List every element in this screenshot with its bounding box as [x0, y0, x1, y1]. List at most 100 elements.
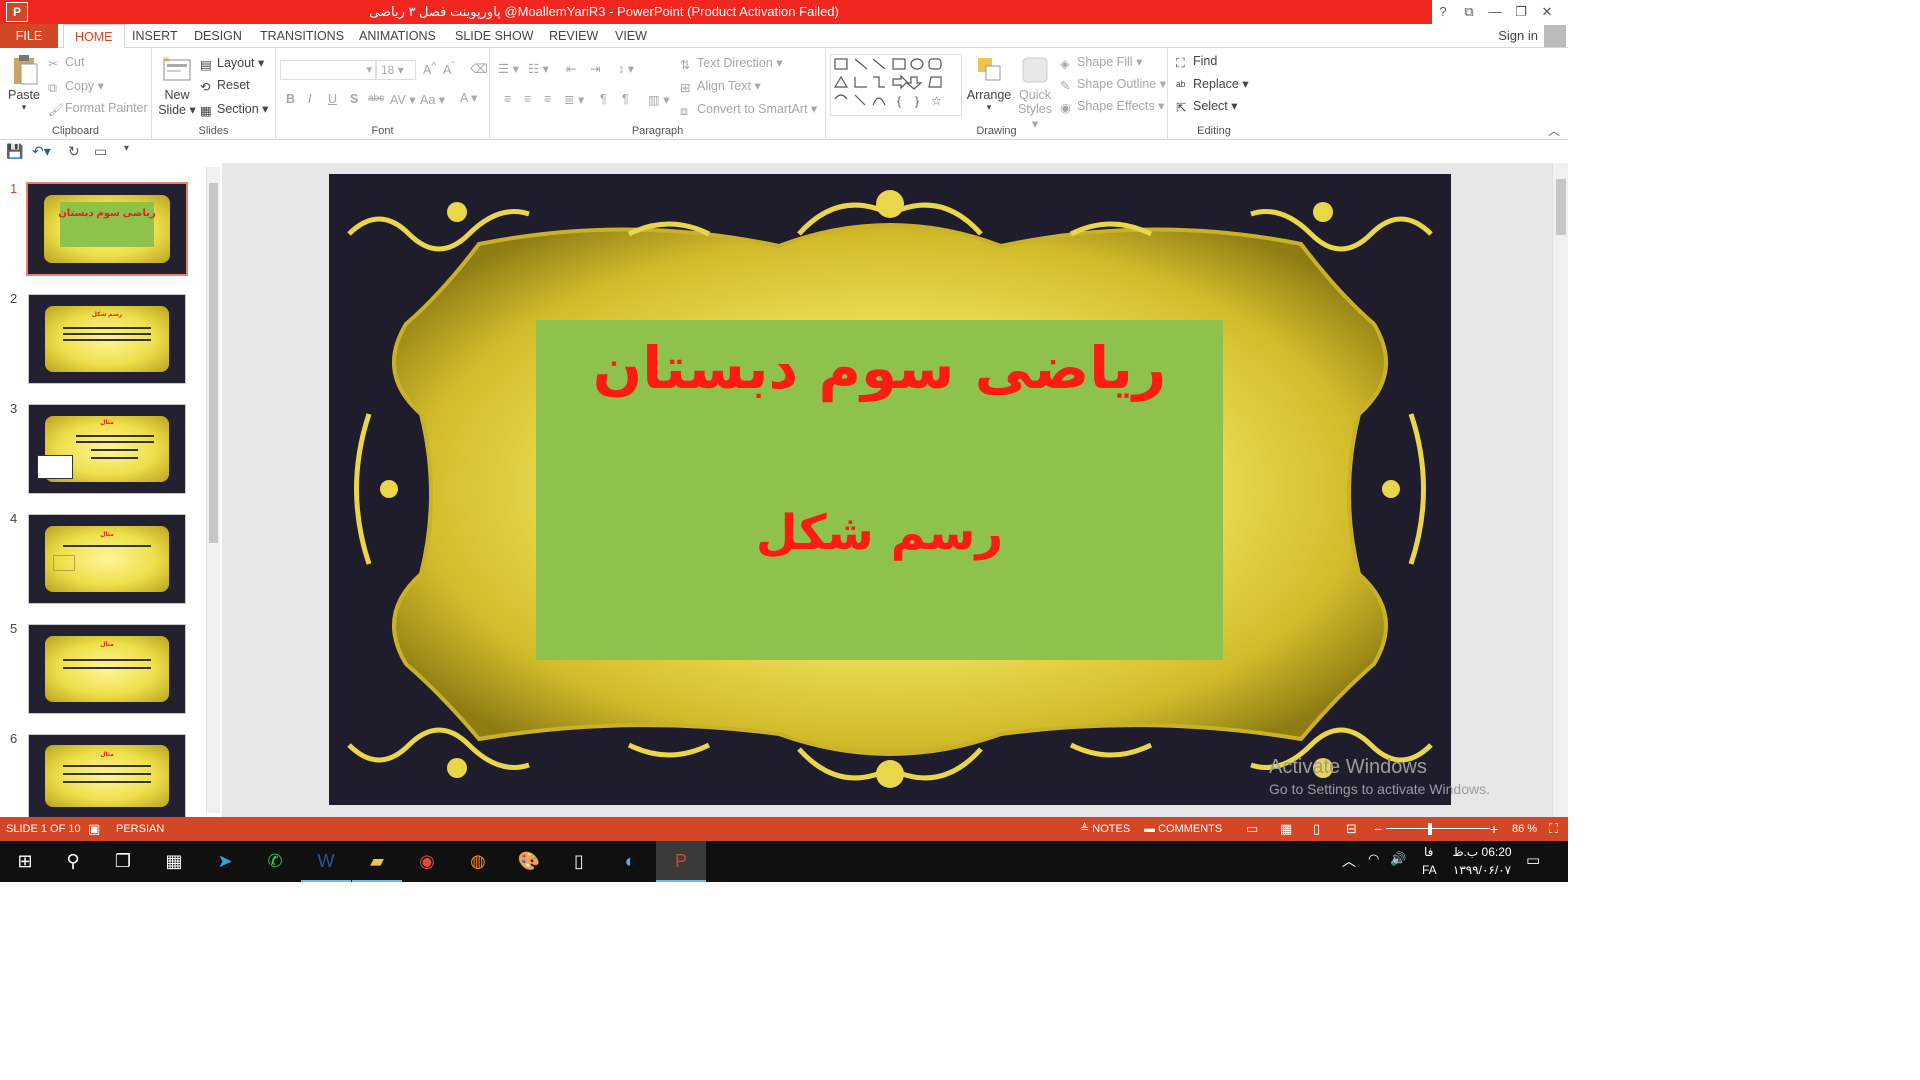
notes-button[interactable]: ≜ NOTES [1080, 817, 1130, 841]
grow-font-button[interactable]: A^ [423, 61, 436, 77]
thumbnail-scroll-thumb[interactable] [209, 183, 218, 543]
paste-button[interactable]: Paste ▾ [6, 54, 42, 113]
font-size-select[interactable]: 18 ▾ [376, 60, 416, 80]
slide-title[interactable]: ریاضی سوم دبستان [536, 334, 1223, 402]
format-painter-button[interactable]: 🖌Format Painter [48, 101, 148, 117]
thumbnail-slide-3[interactable]: مثال [28, 404, 186, 494]
tab-review[interactable]: REVIEW [538, 24, 609, 48]
minimize-button[interactable]: — [1482, 0, 1508, 24]
firefox-icon[interactable]: ◍ [453, 841, 503, 882]
shape-fill-button[interactable]: ◈ Shape Fill ▾ [1060, 54, 1142, 71]
shrink-font-button[interactable]: Aˇ [443, 61, 455, 77]
columns-icon[interactable]: ▥ ▾ [648, 92, 670, 107]
ribbon-display-options-icon[interactable]: ⧉ [1456, 0, 1482, 24]
word-icon[interactable]: W [301, 841, 351, 882]
slide-sorter-icon[interactable]: ▦ [1280, 817, 1292, 841]
quick-styles-button[interactable]: Quick Styles ▾ [1014, 54, 1056, 131]
ltr-icon[interactable]: ¶ [600, 92, 607, 106]
zoom-out-button[interactable]: − [1374, 817, 1382, 841]
align-left-icon[interactable]: ≡ [504, 92, 511, 106]
shape-outline-button[interactable]: ✎ Shape Outline ▾ [1060, 76, 1166, 93]
increase-indent-icon[interactable]: ⇥ [590, 61, 600, 76]
comments-button[interactable]: ▬ COMMENTS [1144, 817, 1222, 841]
start-slideshow-icon[interactable]: ▭ [94, 143, 107, 160]
zoom-level[interactable]: 86 % [1512, 817, 1537, 841]
powerpoint-icon[interactable]: P [6, 2, 28, 22]
powerpoint-taskbar-icon[interactable]: P [656, 841, 706, 882]
wifi-icon[interactable]: ◠ [1368, 851, 1379, 867]
bold-button[interactable]: B [286, 92, 295, 106]
restore-button[interactable]: ❐ [1508, 0, 1534, 24]
input-language-code[interactable]: FA [1422, 863, 1437, 877]
arrange-button[interactable]: Arrange ▾ [966, 54, 1012, 113]
tab-file[interactable]: FILE [0, 24, 58, 48]
show-hidden-icons[interactable]: ︿ [1342, 851, 1356, 871]
thumbnail-slide-5[interactable]: مثال [28, 624, 186, 714]
file-explorer-icon[interactable]: ▰ [352, 841, 402, 882]
slide-subtitle[interactable]: رسم شکل [536, 505, 1223, 561]
calculator-icon[interactable]: ▦ [149, 841, 199, 882]
reading-view-icon[interactable]: ▯ [1313, 817, 1320, 841]
telegram-icon[interactable]: ➤ [200, 841, 250, 882]
change-case-button[interactable]: Aa ▾ [420, 92, 445, 107]
normal-view-icon[interactable]: ▭ [1246, 817, 1258, 841]
zoom-slider-thumb[interactable] [1428, 823, 1432, 835]
notifications-icon[interactable]: ▭ [1526, 851, 1540, 869]
tab-insert[interactable]: INSERT [121, 24, 189, 48]
rtl-icon[interactable]: ¶ [622, 92, 629, 106]
new-slide-button[interactable]: ✳ New Slide ▾ [158, 54, 196, 117]
search-icon[interactable]: ⚲ [48, 841, 98, 882]
windows-start-icon[interactable]: ⊞ [0, 841, 50, 882]
sign-in-link[interactable]: Sign in [1498, 24, 1538, 48]
clear-formatting-icon[interactable]: ⌫ [470, 61, 488, 76]
document-icon[interactable]: ▯ [554, 841, 604, 882]
thumbnail-scrollbar[interactable] [206, 167, 220, 813]
italic-button[interactable]: I [308, 92, 311, 106]
strikethrough-button[interactable]: abc [368, 93, 384, 104]
shadow-button[interactable]: S [350, 92, 358, 106]
avatar[interactable] [1544, 25, 1566, 47]
customize-qat-icon[interactable]: ▾ [124, 143, 129, 154]
clock-date[interactable]: ۱۳۹۹/۰۶/۰۷ [1450, 863, 1514, 877]
thumbnail-slide-1[interactable]: ریاضی سوم دبستان [26, 182, 188, 276]
paint-icon[interactable]: 🎨 [504, 841, 554, 882]
volume-icon[interactable]: 🔊 [1390, 851, 1406, 867]
layout-button[interactable]: ▤ Layout ▾ [200, 55, 264, 72]
collapse-ribbon-icon[interactable]: ︿ [1548, 122, 1560, 139]
input-language-fa[interactable]: فا [1424, 845, 1433, 859]
convert-smartart-button[interactable]: ⧈ Convert to SmartArt ▾ [680, 101, 817, 118]
copy-button[interactable]: ⧉ Copy ▾ [48, 78, 104, 95]
save-icon[interactable]: 💾 [6, 143, 23, 160]
thumbnail-slide-2[interactable]: رسم شکل [28, 294, 186, 384]
text-direction-button[interactable]: ⇅ Text Direction ▾ [680, 55, 782, 72]
tab-transitions[interactable]: TRANSITIONS [249, 24, 355, 48]
align-text-button[interactable]: ⊞ Align Text ▾ [680, 78, 761, 95]
help-button[interactable]: ? [1430, 0, 1456, 24]
zoom-in-button[interactable]: + [1490, 817, 1498, 841]
align-center-icon[interactable]: ≡ [524, 92, 531, 106]
cut-button[interactable]: ✂ Cut [48, 55, 84, 71]
bullets-icon[interactable]: ☰ ▾ [498, 61, 519, 76]
shapes-gallery[interactable]: {} ☆ [830, 54, 962, 116]
align-right-icon[interactable]: ≡ [544, 92, 551, 106]
editor-scroll-thumb[interactable] [1556, 179, 1566, 235]
select-button[interactable]: ⇱ Select ▾ [1176, 98, 1238, 115]
task-view-icon[interactable]: ❐ [98, 841, 148, 882]
thumbnail-slide-6[interactable]: مثال [28, 734, 186, 818]
slideshow-view-icon[interactable]: ⊟ [1346, 817, 1357, 841]
section-button[interactable]: ▦ Section ▾ [200, 101, 268, 118]
title-placeholder[interactable]: ریاضی سوم دبستان رسم شکل [536, 320, 1223, 660]
underline-button[interactable]: U [328, 92, 337, 106]
replace-button[interactable]: ᵃᵇ Replace ▾ [1176, 76, 1249, 93]
slide-canvas[interactable]: ریاضی سوم دبستان رسم شکل [329, 174, 1451, 805]
editor-scrollbar[interactable] [1552, 163, 1568, 817]
app-icon[interactable]: ◐ [605, 841, 655, 882]
justify-icon[interactable]: ≣ ▾ [564, 92, 584, 107]
decrease-indent-icon[interactable]: ⇤ [566, 61, 576, 76]
chrome-icon[interactable]: ◉ [402, 841, 452, 882]
thumbnail-slide-4[interactable]: مثال [28, 514, 186, 604]
fit-to-window-icon[interactable]: ⛶ [1549, 817, 1558, 841]
tab-slide-show[interactable]: SLIDE SHOW [444, 24, 545, 48]
zoom-slider-track[interactable] [1386, 828, 1490, 829]
tab-home[interactable]: HOME [63, 24, 125, 49]
